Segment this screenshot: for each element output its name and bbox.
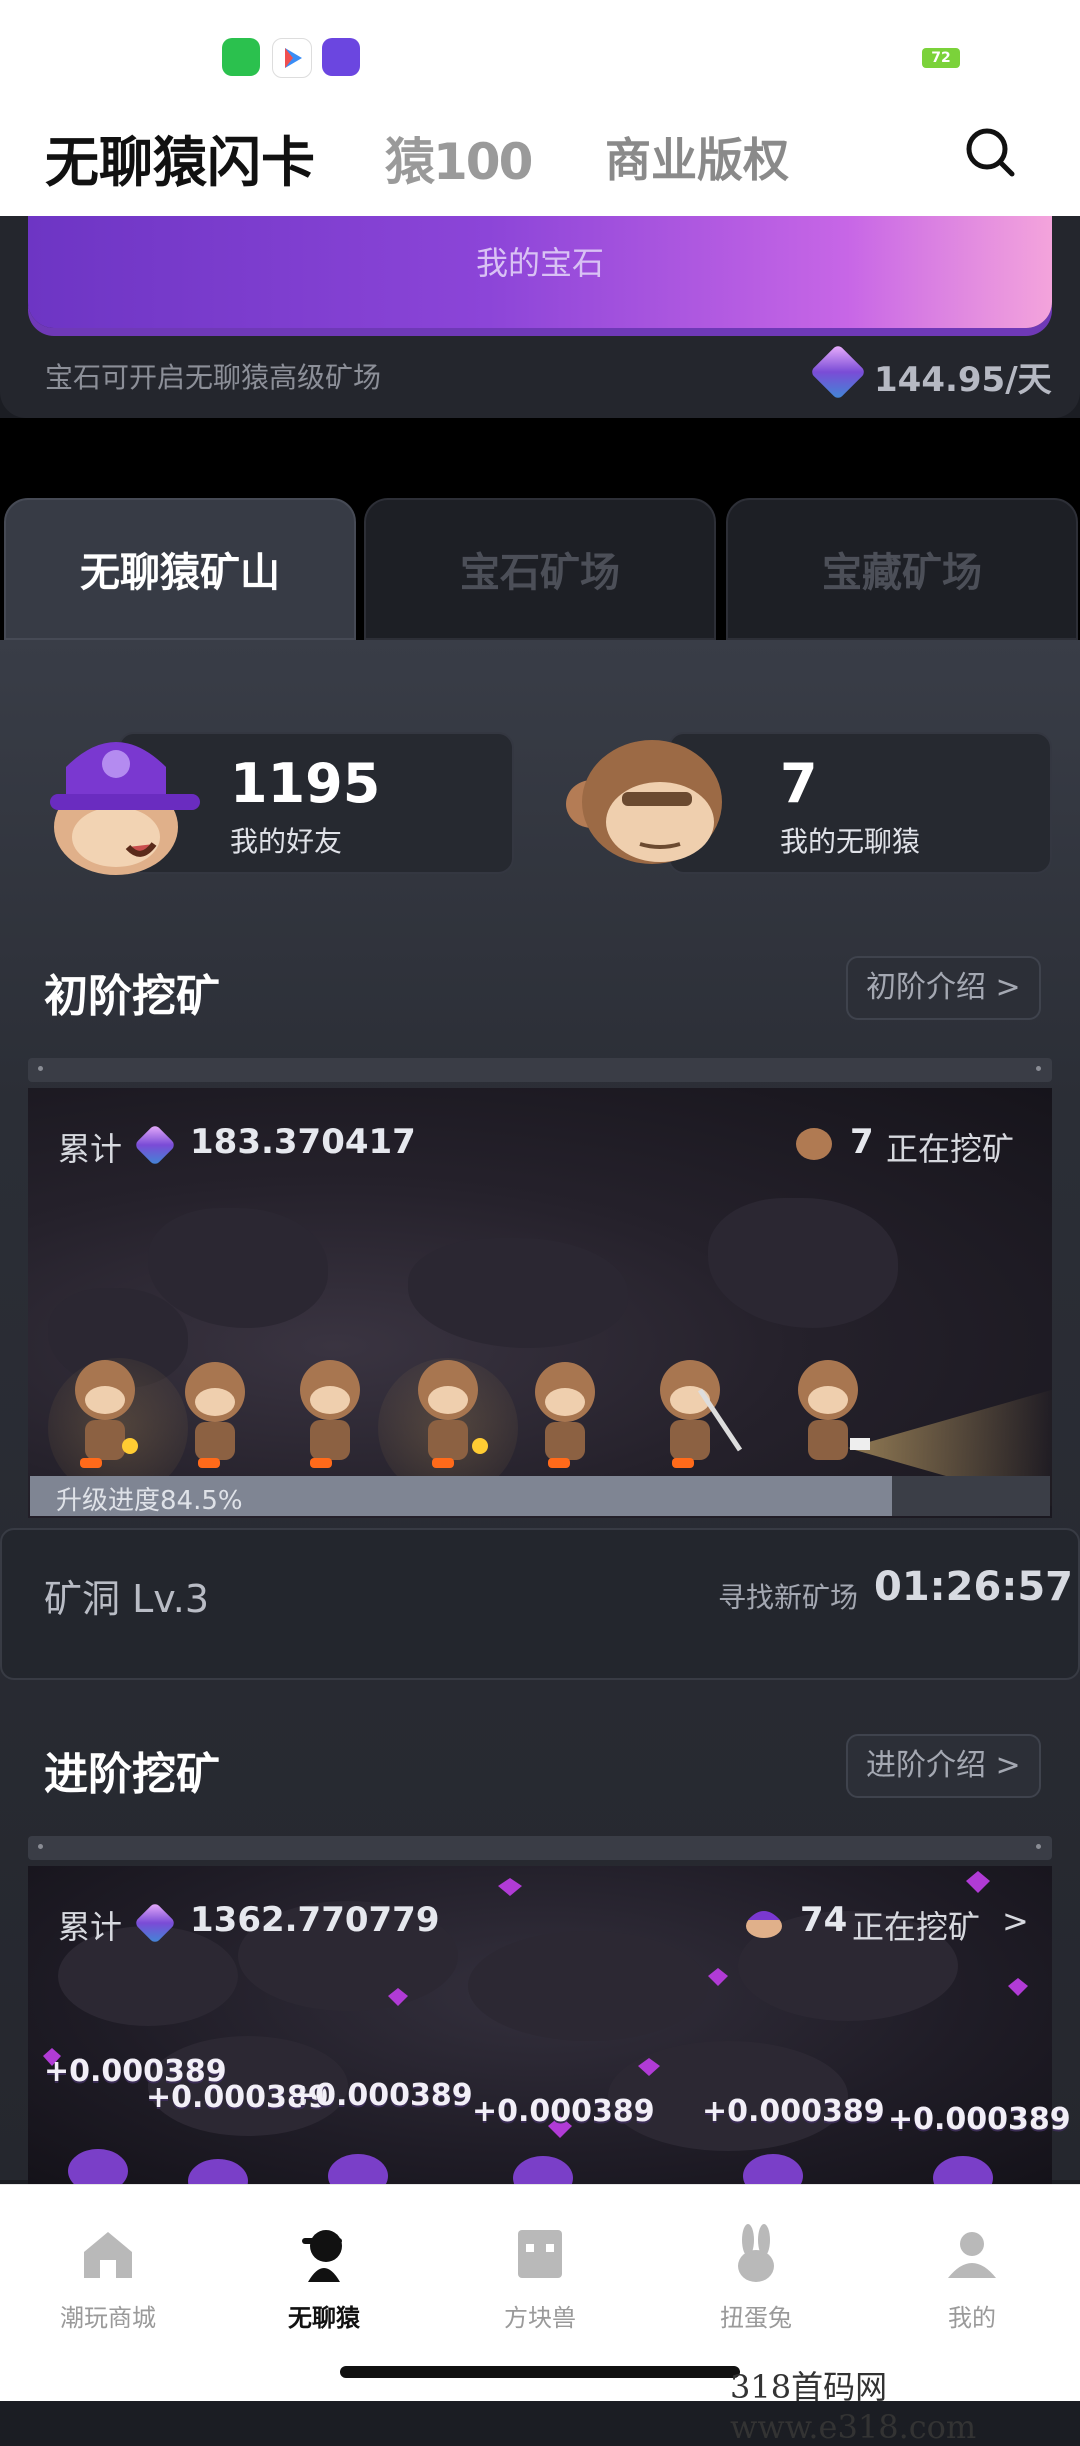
nav-profile[interactable]: 我的	[864, 2210, 1080, 2332]
nav-label: 方块兽	[504, 2304, 576, 2332]
gain-value: +0.000389	[472, 2094, 655, 2129]
nav-cube-beast[interactable]: 方块兽	[432, 2210, 648, 2332]
rock	[408, 1238, 628, 1348]
mine-rail	[28, 1058, 1052, 1082]
my-gems-label: 我的宝石	[475, 244, 604, 282]
basic-intro-button[interactable]: 初阶介绍 >	[846, 956, 1041, 1020]
play-store-icon	[272, 38, 312, 78]
rabbit-icon	[726, 2224, 786, 2284]
chevron-right-icon: >	[995, 970, 1021, 1005]
ape-icon	[294, 2224, 354, 2284]
basic-mining-text: 正在挖矿	[886, 1130, 1015, 1168]
cave-level: 矿洞 Lv.3	[44, 1577, 210, 1621]
rock	[708, 1198, 898, 1328]
gain-value: +0.000389	[290, 2078, 473, 2113]
tab-label: 无聊猿矿山	[80, 550, 280, 596]
basic-cumulative-value: 183.370417	[190, 1122, 416, 1162]
nav-label: 我的	[948, 2304, 996, 2332]
gem-rate: 144.95/天	[874, 360, 1052, 400]
tab-gem-mine[interactable]: 宝石矿场	[364, 498, 716, 640]
home-indicator[interactable]	[340, 2366, 740, 2378]
miner-helmet-icon	[742, 1902, 786, 1938]
watermark: 318首码网 www.e318.com	[730, 2368, 977, 2446]
miner-helmet-avatar-icon	[36, 722, 206, 882]
tab-label: 宝石矿场	[460, 550, 620, 596]
battery-indicator: 72	[922, 48, 960, 68]
advanced-intro-label: 进阶介绍	[866, 1748, 986, 1783]
app-notification-icon	[322, 38, 360, 76]
cumulative-label: 累计	[58, 1908, 123, 1946]
nav-label: 潮玩商城	[60, 2304, 156, 2332]
basic-mining-count: 7	[850, 1122, 874, 1162]
nav-label: 无聊猿	[288, 2304, 360, 2332]
basic-intro-label: 初阶介绍	[866, 970, 986, 1005]
advanced-mining-count[interactable]: 74	[800, 1900, 847, 1940]
ape100-logo[interactable]: 猿100	[385, 122, 533, 194]
advanced-mining-title: 进阶挖矿	[44, 1749, 220, 1800]
nav-shop[interactable]: 潮玩商城	[0, 2210, 216, 2332]
cube-icon	[510, 2224, 570, 2284]
tab-treasure-mine[interactable]: 宝藏矿场	[726, 498, 1078, 640]
rail-rivet	[1036, 1066, 1041, 1071]
chevron-right-icon[interactable]: >	[1002, 1902, 1029, 1940]
commercial-copyright-link[interactable]: 商业版权	[605, 124, 789, 190]
find-new-mine-label: 寻找新矿场	[718, 1581, 859, 1614]
tab-ape-mine[interactable]: 无聊猿矿山	[4, 498, 356, 640]
friends-count: 1195	[230, 752, 381, 815]
apes-count: 7	[780, 752, 818, 815]
home-icon	[78, 2224, 138, 2284]
nav-gacha-rabbit[interactable]: 扭蛋兔	[648, 2210, 864, 2332]
gem-description: 宝石可开启无聊猿高级矿场	[45, 361, 382, 394]
divider	[0, 418, 1080, 498]
friends-label: 我的好友	[230, 825, 343, 858]
advanced-mining-text[interactable]: 正在挖矿	[852, 1902, 980, 1948]
rail-rivet	[1036, 1844, 1041, 1849]
ape-icon	[796, 1128, 832, 1160]
page-title: 无聊猿闪卡	[45, 131, 315, 194]
upgrade-progress-text: 升级进度84.5%	[56, 1486, 243, 1516]
profile-icon	[942, 2224, 1002, 2284]
nav-label: 扭蛋兔	[720, 2304, 792, 2332]
tab-label: 宝藏矿场	[822, 550, 982, 596]
advanced-intro-button[interactable]: 进阶介绍 >	[846, 1734, 1041, 1798]
nav-ape[interactable]: 无聊猿	[216, 2210, 432, 2332]
apes-label: 我的无聊猿	[780, 825, 921, 858]
gain-value: +0.000389	[702, 2094, 885, 2129]
search-icon[interactable]	[964, 126, 1016, 178]
gain-value: +0.000389	[888, 2102, 1071, 2137]
basic-mining-title: 初阶挖矿	[44, 971, 220, 1022]
advanced-cumulative-value: 1362.770779	[190, 1900, 440, 1940]
wechat-icon	[222, 38, 260, 76]
rail-rivet	[38, 1844, 43, 1849]
chevron-right-icon: >	[995, 1748, 1021, 1783]
ape-head-avatar-icon	[552, 724, 752, 884]
miner-apes-row	[60, 1350, 880, 1480]
status-bar	[0, 0, 1080, 110]
countdown-timer: 01:26:57	[874, 1564, 1073, 1610]
cumulative-label: 累计	[58, 1130, 123, 1168]
mine-rail	[28, 1836, 1052, 1860]
rail-rivet	[38, 1066, 43, 1071]
